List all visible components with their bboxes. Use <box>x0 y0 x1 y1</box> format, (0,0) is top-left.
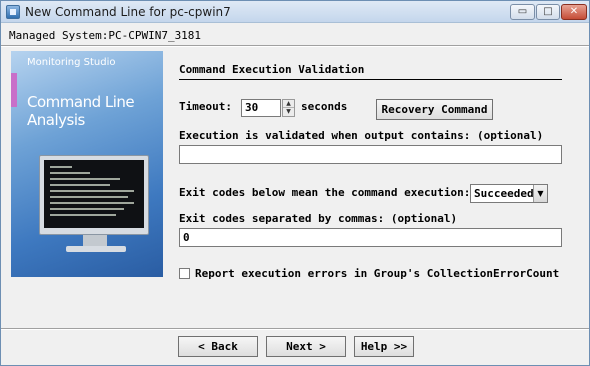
close-button[interactable]: ✕ <box>561 4 587 20</box>
window-title: New Command Line for pc-cpwin7 <box>25 5 231 19</box>
terminal-screen <box>44 160 144 228</box>
execution-result-select[interactable]: Succeeded ▼ <box>470 184 548 203</box>
header-divider <box>1 45 589 47</box>
chevron-down-icon[interactable]: ▼ <box>533 185 547 202</box>
exit-meaning-label: Exit codes below mean the command execut… <box>179 186 471 199</box>
product-title-line2: Analysis <box>27 111 85 129</box>
section-title: Command Execution Validation <box>179 63 365 76</box>
execution-result-value: Succeeded <box>474 187 534 200</box>
spin-up-icon[interactable]: ▲ <box>283 100 294 108</box>
report-errors-checkbox[interactable] <box>179 268 190 279</box>
timeout-input[interactable]: 30 <box>241 99 281 117</box>
timeout-label: Timeout: <box>179 100 232 113</box>
exit-codes-input[interactable]: 0 <box>179 228 562 247</box>
title-bar[interactable]: New Command Line for pc-cpwin7 ▭ □ ✕ <box>1 1 589 23</box>
monitor-base <box>66 246 126 252</box>
recovery-command-button[interactable]: Recovery Command <box>376 99 493 120</box>
help-button[interactable]: Help >> <box>354 336 414 357</box>
wizard-side-image: Monitoring Studio Command Line Analysis <box>11 51 163 277</box>
monitor-illustration <box>39 155 149 235</box>
report-errors-label: Report execution errors in Group's Colle… <box>195 267 560 280</box>
product-title-line1: Command Line <box>27 93 135 111</box>
spin-down-icon[interactable]: ▼ <box>283 108 294 116</box>
maximize-button[interactable]: □ <box>536 4 560 20</box>
exit-codes-label: Exit codes separated by commas: (optiona… <box>179 212 458 225</box>
timeout-spinner[interactable]: ▲ ▼ <box>282 99 295 117</box>
managed-system-label: Managed System:PC-CPWIN7_3181 <box>9 29 202 42</box>
minimize-button[interactable]: ▭ <box>510 4 535 20</box>
timeout-unit-label: seconds <box>301 100 348 113</box>
output-validation-input[interactable] <box>179 145 562 164</box>
next-button[interactable]: Next > <box>266 336 346 357</box>
brand-text: Monitoring Studio <box>27 57 116 68</box>
section-divider <box>179 79 562 80</box>
accent-bar <box>11 73 17 107</box>
output-validation-label: Execution is validated when output conta… <box>179 129 544 142</box>
app-icon <box>6 5 20 19</box>
footer-divider <box>1 328 589 330</box>
back-button[interactable]: < Back <box>178 336 258 357</box>
dialog-window: New Command Line for pc-cpwin7 ▭ □ ✕ Man… <box>0 0 590 366</box>
